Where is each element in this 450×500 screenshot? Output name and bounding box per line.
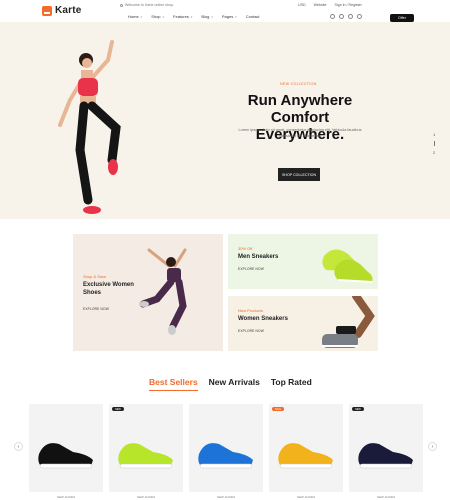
sneaker-image: [358, 443, 413, 469]
slider-pagination: 1 2: [433, 132, 435, 155]
currency-select[interactable]: USD: [298, 3, 306, 7]
chevron-down-icon: ▾: [140, 14, 143, 19]
product-label: NEW SHOES: [56, 495, 76, 499]
nav-item-home[interactable]: Home ▾: [128, 14, 142, 19]
offer-button[interactable]: Offer: [390, 14, 414, 22]
nav-label: Home: [128, 14, 139, 19]
promo-banner-women-shoes[interactable]: Shop & Save Exclusive Women Shoes EXPLOR…: [73, 234, 223, 351]
explore-now-link[interactable]: EXPLORE NOW: [238, 267, 278, 271]
info-icon: [120, 3, 123, 7]
nav-item-blog[interactable]: Blog ▾: [201, 14, 213, 19]
language-select[interactable]: Website: [314, 3, 327, 7]
product-badge: NEW: [112, 407, 124, 411]
banner-title: Exclusive Women Shoes: [83, 282, 134, 296]
nav-label: Features: [173, 14, 189, 19]
account-link[interactable]: Sign in / Register: [335, 3, 362, 7]
jumping-woman-image: [139, 248, 187, 335]
promo-banner-men-sneakers[interactable]: 30% Off Men Sneakers EXPLORE NOW: [228, 234, 378, 289]
product-badge: NEW: [352, 407, 364, 411]
product-card[interactable]: SALE: [269, 404, 343, 492]
banner-kicker: Shop & Save: [83, 274, 107, 279]
product-label: NEW SHOES: [216, 495, 236, 499]
product-card[interactable]: NEW: [109, 404, 183, 492]
chevron-down-icon: ▾: [162, 14, 165, 19]
product-badge: SALE: [272, 407, 284, 411]
topbar-links: USD Website Sign in / Register: [298, 3, 362, 7]
heart-icon[interactable]: [348, 14, 353, 19]
product-label: NEW SHOES: [376, 495, 396, 499]
nav-label: Contact: [245, 14, 260, 19]
slide-next[interactable]: 2: [433, 150, 435, 155]
header-tools: [330, 14, 362, 19]
carousel-next-button[interactable]: ›: [428, 442, 437, 451]
banner-kicker: New Products: [238, 308, 263, 313]
runner-woman-image: [58, 40, 121, 214]
nav-item-shop[interactable]: Shop ▾: [151, 14, 164, 19]
nav-item-pages[interactable]: Pages ▾: [222, 14, 237, 19]
main-nav: Home ▾ Shop ▾ Features ▾ Blog ▾ Pages ▾ Conta…: [128, 14, 260, 19]
cart-logo-icon: [42, 5, 52, 16]
product-card[interactable]: [29, 404, 103, 492]
tab-top-rated[interactable]: Top Rated: [271, 377, 312, 387]
explore-now-link[interactable]: EXPLORE NOW: [238, 329, 288, 333]
sneaker-image: [198, 443, 253, 469]
nav-item-features[interactable]: Features ▾: [173, 14, 192, 19]
hero-banner: NEW COLLECTION Run Anywhere Comfort Ever…: [0, 22, 450, 219]
user-icon[interactable]: [339, 14, 344, 19]
carousel-prev-button[interactable]: ‹: [14, 442, 23, 451]
chevron-down-icon: ▾: [211, 14, 213, 19]
welcome-text: Welcome to Karte online shop.: [125, 3, 174, 7]
green-sneakers-image: [322, 249, 373, 283]
explore-now-link[interactable]: EXPLORE NOW: [83, 307, 143, 311]
site-header: Karte Welcome to Karte online shop. USD …: [0, 0, 450, 22]
product-tabs: Best Sellers New Arrivals Top Rated: [149, 377, 312, 391]
banner-title: Men Sneakers: [238, 254, 279, 260]
chevron-down-icon: ▾: [190, 14, 193, 19]
promo-banner-women-sneakers[interactable]: New Products Women Sneakers EXPLORE NOW: [228, 296, 378, 351]
sneaker-image: [38, 443, 93, 469]
banner-title: Women Sneakers: [238, 316, 288, 322]
hero-description: Lorem ipsum dolor sit amet, consectetur …: [238, 128, 362, 138]
chevron-down-icon: ▾: [235, 14, 237, 19]
search-icon[interactable]: [330, 14, 335, 19]
tab-new-arrivals[interactable]: New Arrivals: [209, 377, 260, 387]
nav-label: Pages: [221, 14, 234, 19]
product-card[interactable]: [189, 404, 263, 492]
welcome-message: Welcome to Karte online shop.: [120, 3, 174, 7]
sneaker-image: [278, 443, 333, 469]
brand-logo[interactable]: Karte: [42, 5, 82, 16]
nav-item-contact[interactable]: Contact: [246, 14, 260, 19]
banner-kicker: 30% Off: [238, 246, 253, 251]
nav-label: Shop: [151, 14, 161, 19]
shop-collection-button[interactable]: SHOP COLLECTION: [278, 168, 320, 181]
hero-kicker: NEW COLLECTION: [280, 82, 317, 86]
brand-name: Karte: [55, 5, 82, 16]
nav-label: Blog: [201, 14, 210, 19]
slide-divider: [433, 141, 435, 146]
tab-best-sellers[interactable]: Best Sellers: [149, 377, 198, 391]
product-label: NEW SHOES: [136, 495, 156, 499]
product-label: NEW SHOES: [296, 495, 316, 499]
product-card[interactable]: NEW: [349, 404, 423, 492]
sneaker-image: [118, 443, 173, 469]
cart-icon[interactable]: [357, 14, 362, 19]
slide-current[interactable]: 1: [433, 132, 435, 137]
woman-tying-shoe-image: [322, 296, 375, 348]
